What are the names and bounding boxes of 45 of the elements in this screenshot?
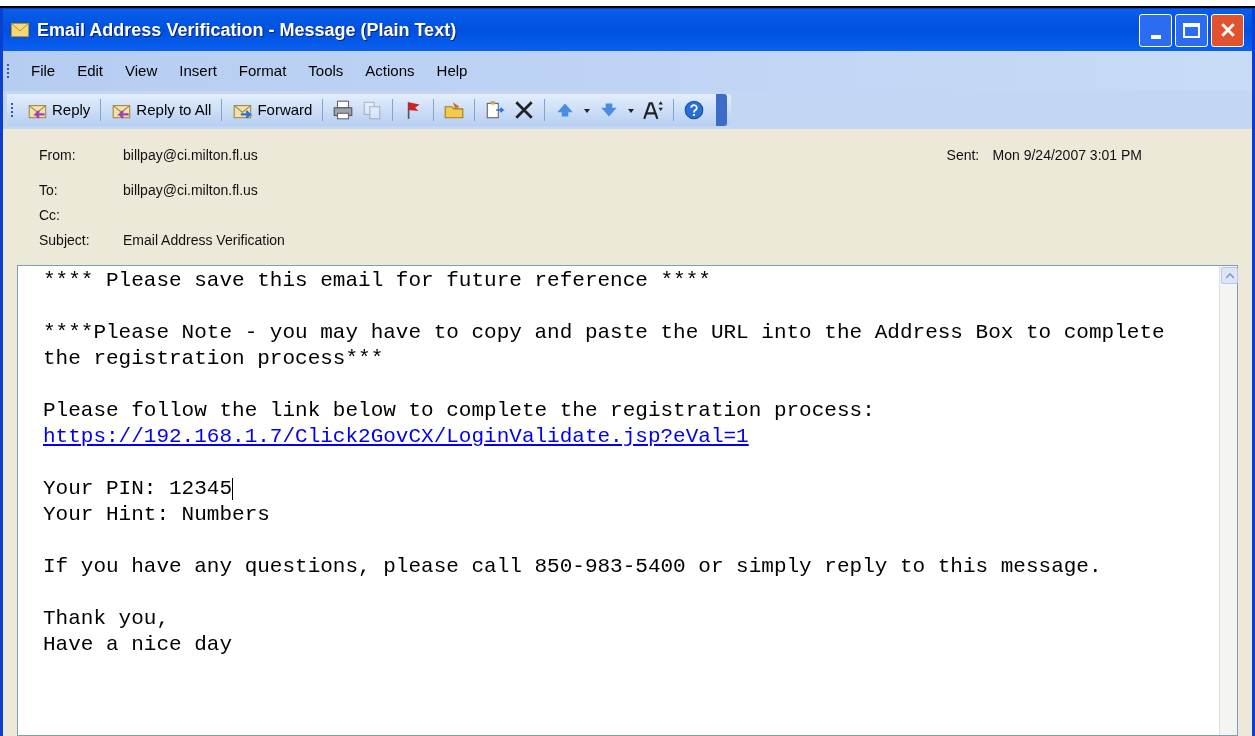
maximize-button[interactable] [1175,13,1208,47]
body-line: **** Please save this email for future reference **** [43,268,711,294]
close-icon [1219,22,1236,38]
minimize-button[interactable] [1139,13,1172,47]
field-label: Cc: [39,206,61,225]
body-line: Thank you, [43,606,170,632]
link[interactable]: https://192.168.1.7/Click2GovCX/LoginValidate.jsp?eVal=1 [43,424,749,450]
field-label: Sent: [946,146,981,165]
caret-icon [1225,272,1234,279]
window-title: Email Address Verification - Message (Plain Text) [37,18,457,42]
body-line: Your Hint: Numbers [43,502,270,528]
body-line: Your PIN: 12345 [43,476,233,502]
printer-icon[interactable] [332,99,355,121]
toolbar-button[interactable]: Reply to All [110,96,213,124]
font-size-icon[interactable] [642,99,665,121]
menu-item[interactable]: Insert [171,59,225,83]
menu-item[interactable]: Edit [69,59,112,83]
menu-item[interactable]: File [23,59,64,83]
field-value: Mon 9/24/2007 3:01 PM [992,146,1142,165]
help-icon[interactable] [683,99,706,121]
field-label: Subject: [39,231,91,250]
minimize-icon [1150,34,1161,39]
body-line: If you have any questions, please call 850-983-5400 or simply reply to this message. [43,554,1102,580]
field-value: billpay@ci.milton.fl.us [123,181,258,200]
toolbar-options-icon[interactable] [716,94,728,126]
body-line: ****Please Note - you may have to copy and paste the URL into the Address Box to complete [43,320,1165,346]
menu-item[interactable]: Help [428,59,476,83]
menu-item[interactable]: Actions [357,59,423,83]
toolbar-button[interactable]: Forward [231,96,314,124]
body-line: Please follow the link below to complete the registration process: [43,398,875,424]
menu-item[interactable]: Tools [300,59,352,83]
body-line: Have a nice day [43,632,233,658]
scrollbar[interactable] [1219,266,1237,735]
field-label: To: [39,181,59,200]
menu-item[interactable]: View [117,59,166,83]
body-line: the registration process*** [43,346,384,372]
field-label: From: [39,146,77,165]
envelope-icon [11,23,29,37]
field-value: Email Address Verification [123,231,285,250]
menu-item[interactable]: Format [230,59,295,83]
close-button[interactable] [1211,13,1244,47]
maximize-icon [1183,22,1200,38]
field-value: billpay@ci.milton.fl.us [123,146,258,165]
toolbar-button[interactable]: Reply [26,96,92,124]
clipboard-icon[interactable] [484,99,507,121]
